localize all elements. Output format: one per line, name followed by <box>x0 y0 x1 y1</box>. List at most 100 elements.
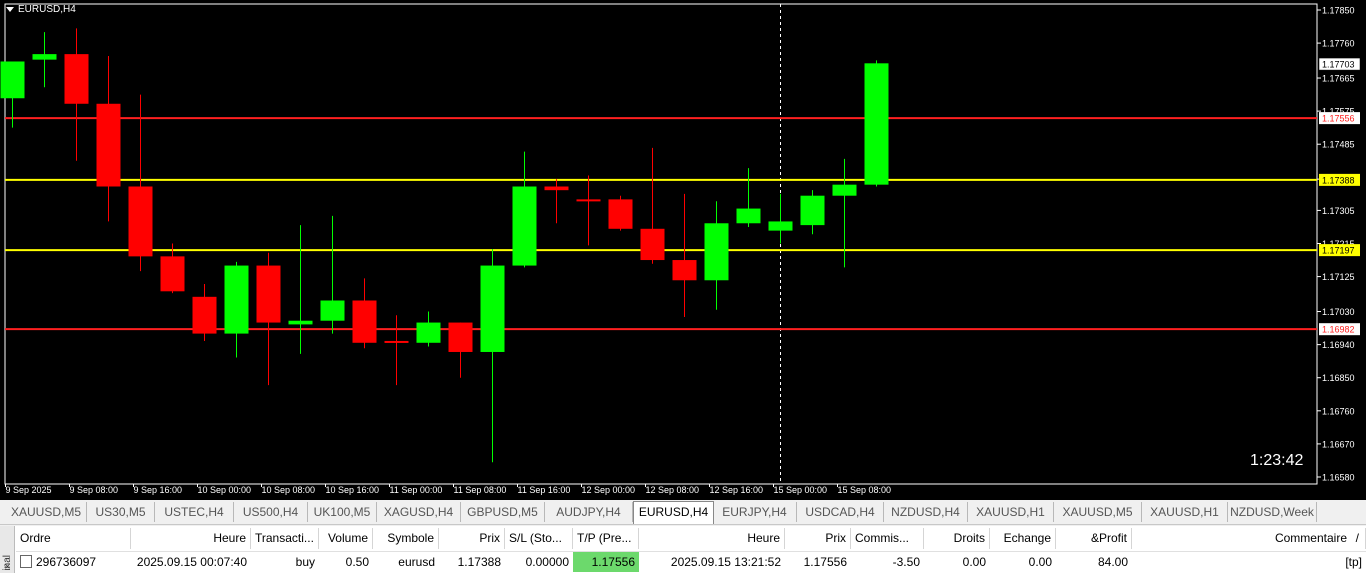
candle-body <box>0 61 25 99</box>
level-price-label: 1.17197 <box>1322 246 1355 256</box>
candle-body <box>352 300 377 343</box>
price-tick-label: 1.16580 <box>1322 473 1355 483</box>
chart-tab[interactable]: XAGUSD,H4 <box>377 502 461 522</box>
chart-tab[interactable]: XAUUSD,M5 <box>1054 502 1142 522</box>
candle-body <box>64 54 89 104</box>
chart-tab[interactable]: UK100,M5 <box>308 502 377 522</box>
chart-tab[interactable]: USTEC,H4 <box>155 502 234 522</box>
column-header[interactable]: Commis... <box>851 528 924 549</box>
chart-tab[interactable]: US30,M5 <box>87 502 155 522</box>
time-tick-label: 10 Sep 16:00 <box>326 485 380 495</box>
table-cell: 1.17556 <box>573 551 639 572</box>
table-cell: 296736097 <box>16 551 131 572</box>
chart-area[interactable]: 1.17850 1.17760 1.17665 1.17575 1.17485 1.173… <box>0 0 1366 500</box>
chart-tab[interactable]: AUDJPY,H4 <box>545 502 633 522</box>
candle-body <box>672 260 697 281</box>
table-cell: 0.50 <box>319 551 373 572</box>
candle-body <box>320 300 345 321</box>
column-header[interactable]: Prix <box>439 528 505 549</box>
column-header[interactable]: Symbole <box>373 528 439 549</box>
chart-tab[interactable]: XAUUSD,M5 <box>6 502 87 522</box>
candle-body <box>224 265 249 334</box>
order-number: 296736097 <box>36 555 97 569</box>
column-header[interactable]: &Profit <box>1056 528 1132 549</box>
column-header[interactable]: Echange <box>990 528 1056 549</box>
candle-body <box>544 186 569 191</box>
column-header[interactable]: Prix <box>785 528 851 549</box>
order-ticket-icon <box>20 555 32 569</box>
chart-symbol-label: EURUSD,H4 <box>18 4 76 15</box>
price-tick-label: 1.17850 <box>1322 6 1355 16</box>
level-price-label: 1.17388 <box>1322 175 1355 185</box>
column-header[interactable]: S/L (Sto... <box>505 528 573 549</box>
time-tick-label: 15 Sep 00:00 <box>774 485 828 495</box>
table-cell: 1.17556 <box>785 551 851 572</box>
chart-tab[interactable]: NZDUSD,H4 <box>884 502 968 522</box>
candlestick-chart[interactable]: 1.178501.177601.176651.175751.174851.173… <box>0 0 1366 500</box>
chart-tabs-bar: XAUUSD,M5 US30,M5 USTEC,H4 US500,H4 UK100,M5… <box>0 501 1366 525</box>
column-header[interactable]: T/P (Pre... <box>573 528 639 549</box>
terminal-panel: × inal Ordre Heure Transacti... Volume Symbo… <box>0 526 1366 573</box>
column-header[interactable]: Heure <box>639 528 785 549</box>
table-cell: 84.00 <box>1056 551 1132 572</box>
table-cell: 0.00000 <box>505 551 573 572</box>
time-tick-label: 10 Sep 08:00 <box>262 485 316 495</box>
column-header[interactable]: Transacti... <box>251 528 319 549</box>
price-tick-label: 1.16670 <box>1322 439 1355 449</box>
level-price-label: 1.17556 <box>1322 114 1355 124</box>
price-tick-label: 1.17305 <box>1322 206 1355 216</box>
chart-menu-arrow-icon[interactable] <box>6 6 14 12</box>
time-tick-label: 15 Sep 08:00 <box>838 485 892 495</box>
table-cell: -3.50 <box>851 551 924 572</box>
candle-body <box>768 221 793 231</box>
candle-body <box>512 186 537 266</box>
candle-body <box>480 265 505 352</box>
time-tick-label: 9 Sep 2025 <box>6 485 52 495</box>
time-tick-label: 9 Sep 08:00 <box>70 485 119 495</box>
time-tick-label: 12 Sep 16:00 <box>710 485 764 495</box>
chart-tab[interactable]: EURJPY,H4 <box>713 502 797 522</box>
candle-body <box>640 228 665 261</box>
chart-tab[interactable]: GBPUSD,M5 <box>461 502 545 522</box>
candle-body <box>288 320 313 325</box>
table-cell: buy <box>251 551 319 572</box>
level-price-label: 1.16982 <box>1322 325 1355 335</box>
chart-tab[interactable]: XAUUSD,H1 <box>968 502 1054 522</box>
candle-body <box>96 103 121 187</box>
candle-body <box>864 63 889 185</box>
price-tick-label: 1.17760 <box>1322 39 1355 49</box>
column-header[interactable]: Ordre <box>16 528 131 549</box>
column-header[interactable]: Heure <box>131 528 251 549</box>
candle-body <box>704 223 729 281</box>
chart-tab[interactable]: NZDUSD,Week <box>1228 502 1317 522</box>
chart-tab[interactable]: US500,H4 <box>234 502 308 522</box>
candle-body <box>448 322 473 352</box>
time-tick-label: 11 Sep 08:00 <box>454 485 507 495</box>
chart-tab[interactable]: USDCAD,H4 <box>797 502 884 522</box>
candle-body <box>256 265 281 323</box>
column-header[interactable]: Droits <box>924 528 990 549</box>
chart-title[interactable]: EURUSD,H4 <box>6 4 76 15</box>
column-sort-icon[interactable]: / <box>1356 528 1359 549</box>
terminal-side-label: inal <box>2 555 13 571</box>
price-tick-label: 1.17485 <box>1322 140 1355 150</box>
chart-tab[interactable]: XAUUSD,H1 <box>1142 502 1228 522</box>
column-header[interactable]: Commentaire / <box>1132 528 1366 549</box>
candle-body <box>832 184 857 196</box>
candle-body <box>384 340 409 343</box>
candle-body <box>608 199 633 229</box>
candle-body <box>160 256 185 292</box>
time-tick-label: 11 Sep 16:00 <box>518 485 571 495</box>
chart-tab[interactable]: EURUSD,H4 <box>633 501 714 524</box>
candle-countdown-timer: 1:23:42 <box>1250 452 1304 469</box>
price-tick-label: 1.17125 <box>1322 272 1355 282</box>
table-cell: eurusd <box>373 551 439 572</box>
price-tick-label: 1.16940 <box>1322 340 1355 350</box>
column-header[interactable]: Volume <box>319 528 373 549</box>
candle-body <box>576 199 601 202</box>
candle-body <box>736 208 761 224</box>
candle-body <box>416 322 441 343</box>
candle-body <box>192 296 217 334</box>
time-tick-label: 12 Sep 00:00 <box>582 485 636 495</box>
time-tick-label: 12 Sep 08:00 <box>646 485 700 495</box>
